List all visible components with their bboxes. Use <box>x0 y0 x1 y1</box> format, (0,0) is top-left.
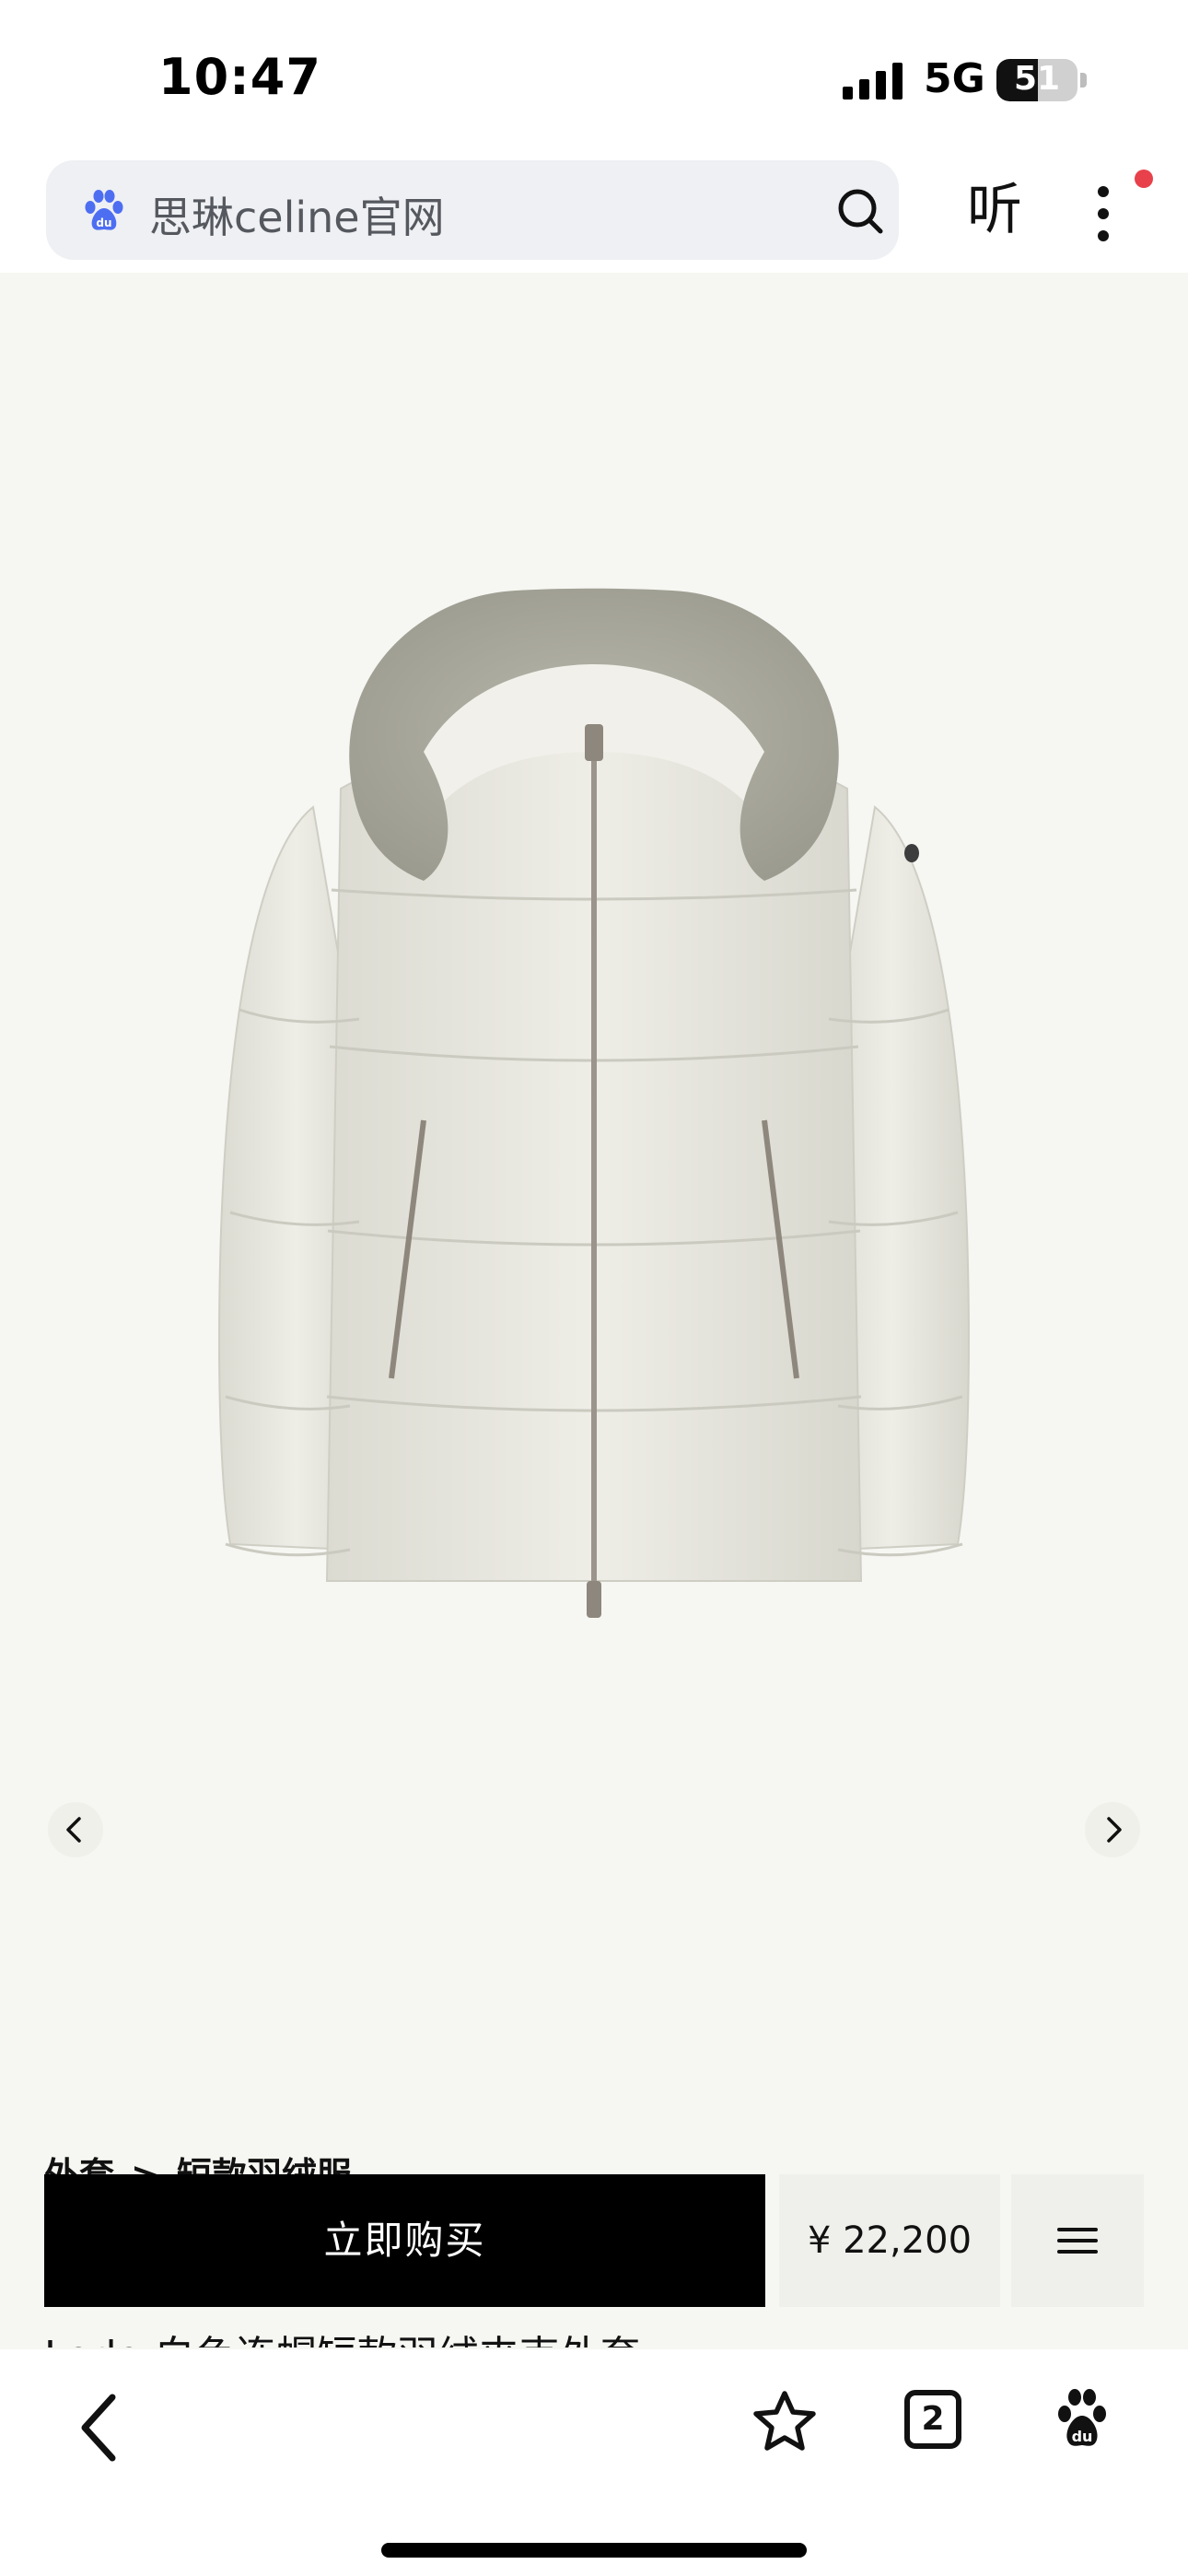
listen-button[interactable]: 听 <box>965 175 1024 245</box>
status-time: 10:47 <box>158 48 321 106</box>
carousel-next-button[interactable] <box>1085 1802 1140 1857</box>
network-type-label: 5G <box>924 55 985 102</box>
search-query-text[interactable]: 思琳celine官网 <box>149 184 445 245</box>
vertical-dots-icon-dot <box>1098 230 1109 241</box>
baidu-paw-icon[interactable]: du <box>1054 2386 1111 2451</box>
product-title: Lodo 白色连帽短款羽绒夹克外套 <box>44 2335 641 2348</box>
vertical-dots-icon-dot <box>1098 208 1109 219</box>
puffer-jacket-image <box>218 588 970 1618</box>
vertical-dots-icon <box>1098 186 1109 197</box>
bottom-toolbar: 2 du <box>0 2349 1188 2576</box>
back-button[interactable] <box>72 2386 127 2469</box>
battery-icon: 51 <box>996 59 1089 101</box>
product-gallery[interactable] <box>0 273 1188 2349</box>
price-label: ¥ 22,200 <box>779 2174 1000 2307</box>
chevron-left-icon <box>66 1817 81 1843</box>
star-icon[interactable] <box>751 2388 818 2454</box>
svg-text:du: du <box>1072 2428 1093 2445</box>
search-bar[interactable]: du 思琳celine官网 <box>46 160 899 260</box>
notification-dot <box>1135 170 1153 188</box>
carousel-prev-button[interactable] <box>48 1802 103 1857</box>
battery-body: 51 <box>996 59 1077 101</box>
buy-now-button[interactable]: 立即购买 <box>44 2174 765 2307</box>
browser-page: 10:47 5G 51 du 思琳celine官网 听 外套 > 短款羽绒服 立… <box>0 0 1188 2576</box>
battery-percent: 51 <box>1013 60 1061 98</box>
battery-tip <box>1080 73 1087 88</box>
product-menu-button[interactable] <box>1011 2174 1144 2307</box>
more-menu-button[interactable] <box>1087 177 1120 251</box>
svg-text:du: du <box>96 217 111 229</box>
status-bar: 10:47 5G 51 <box>0 0 1188 157</box>
home-indicator[interactable] <box>381 2543 807 2558</box>
signal-bars-icon <box>843 63 903 100</box>
hamburger-menu-icon-line <box>1057 2250 1098 2254</box>
hamburger-menu-icon-line <box>1057 2239 1098 2242</box>
search-icon[interactable] <box>835 186 885 236</box>
tabs-count-button[interactable]: 2 <box>904 2390 961 2449</box>
baidu-paw-icon: du <box>85 190 123 230</box>
hamburger-menu-icon <box>1057 2228 1098 2231</box>
chevron-right-icon <box>1107 1817 1122 1843</box>
